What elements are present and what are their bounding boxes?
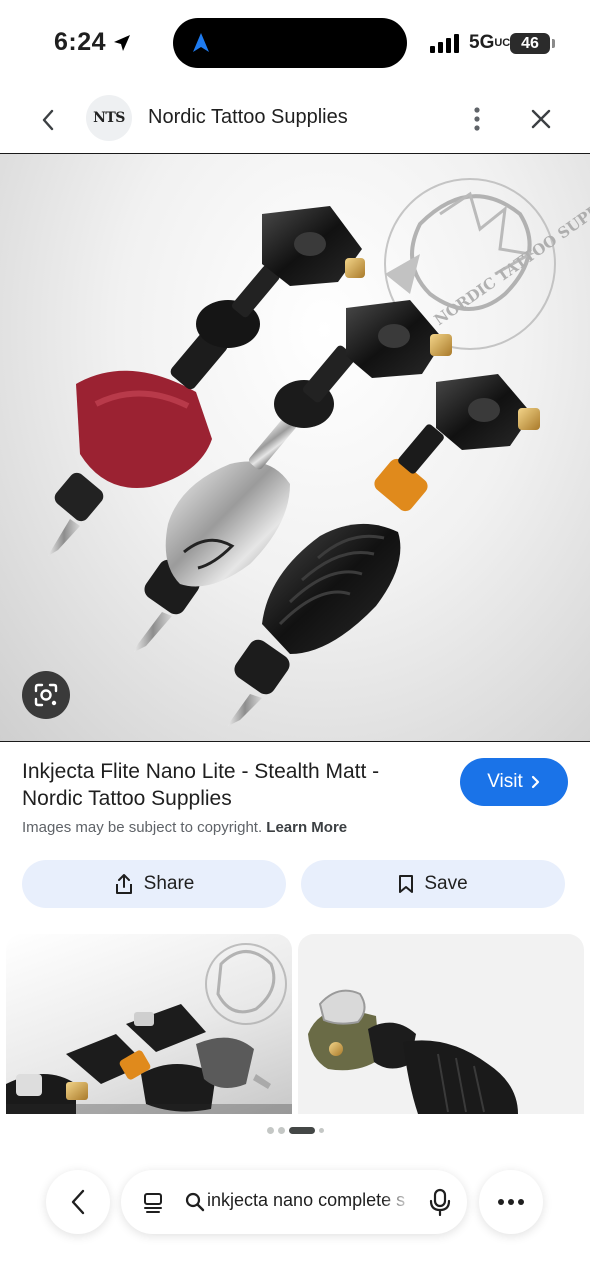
save-button[interactable]: Save	[301, 860, 565, 908]
main-product-image[interactable]: NORDIC TATTOO SUPPLIES	[0, 153, 590, 742]
more-horizontal-icon	[498, 1199, 524, 1205]
bottom-toolbar: inkjecta nano complete s	[0, 1140, 590, 1280]
battery-cap	[552, 39, 555, 48]
share-label: Share	[143, 873, 195, 894]
chevron-left-icon	[71, 1189, 85, 1215]
tabs-icon	[144, 1193, 162, 1213]
browser-back-button[interactable]	[46, 1170, 110, 1234]
more-options-button[interactable]	[462, 104, 492, 134]
lens-icon	[34, 683, 58, 707]
dynamic-island	[173, 18, 407, 68]
pager-dot	[266, 1127, 274, 1134]
pager-dot	[318, 1128, 324, 1133]
close-icon	[531, 109, 551, 129]
network-type: 5GUC	[469, 32, 511, 53]
more-vertical-icon	[474, 107, 480, 131]
visit-button[interactable]: Visit	[460, 758, 568, 806]
related-image-1[interactable]	[6, 934, 292, 1114]
pager-dot	[277, 1127, 285, 1134]
visual-search-button[interactable]	[22, 671, 70, 719]
related-image-1-illustration	[6, 943, 292, 1114]
tattoo-machine-black	[228, 374, 540, 726]
share-icon	[115, 874, 132, 894]
pager-dot-active	[288, 1127, 315, 1134]
save-label: Save	[424, 873, 468, 894]
chevron-right-icon	[531, 775, 539, 789]
site-name[interactable]: Nordic Tattoo Supplies	[148, 106, 348, 129]
search-bar[interactable]: inkjecta nano complete s	[121, 1170, 467, 1234]
battery-level: 46	[510, 33, 550, 54]
chevron-left-icon	[42, 109, 54, 131]
navigation-app-icon	[193, 33, 209, 52]
result-title-line2: Nordic Tattoo Supplies	[22, 787, 232, 810]
microphone-icon[interactable]	[427, 1188, 453, 1216]
search-query[interactable]: inkjecta nano complete s	[207, 1190, 413, 1211]
image-pager	[0, 1127, 590, 1134]
location-arrow-icon	[114, 35, 130, 51]
share-button[interactable]: Share	[22, 860, 286, 908]
back-button[interactable]	[32, 104, 64, 136]
copyright-text: Images may be subject to copyright.	[22, 819, 263, 836]
site-logo[interactable]: NTS	[86, 95, 132, 141]
cellular-signal-icon	[430, 34, 459, 53]
more-menu-button[interactable]	[479, 1170, 543, 1234]
related-image-2-illustration	[308, 989, 518, 1114]
search-icon	[185, 1192, 205, 1212]
clock: 6:24	[54, 28, 107, 56]
tattoo-machines-illustration: NORDIC TATTOO SUPPLIES	[48, 178, 590, 726]
close-button[interactable]	[524, 102, 558, 136]
status-bar: 6:24 5GUC 46	[0, 0, 590, 90]
related-image-2[interactable]	[298, 934, 584, 1114]
bookmark-icon	[399, 875, 414, 893]
result-title[interactable]: Inkjecta Flite Nano Lite - Stealth Matt …	[22, 758, 442, 812]
copyright-notice: Images may be subject to copyright. Lear…	[22, 819, 347, 836]
learn-more-link[interactable]: Learn More	[266, 819, 347, 836]
visit-label: Visit	[487, 771, 523, 792]
result-title-line1: Inkjecta Flite Nano Lite - Stealth Matt …	[22, 760, 380, 783]
viewer-header: NTS Nordic Tattoo Supplies	[0, 90, 590, 146]
